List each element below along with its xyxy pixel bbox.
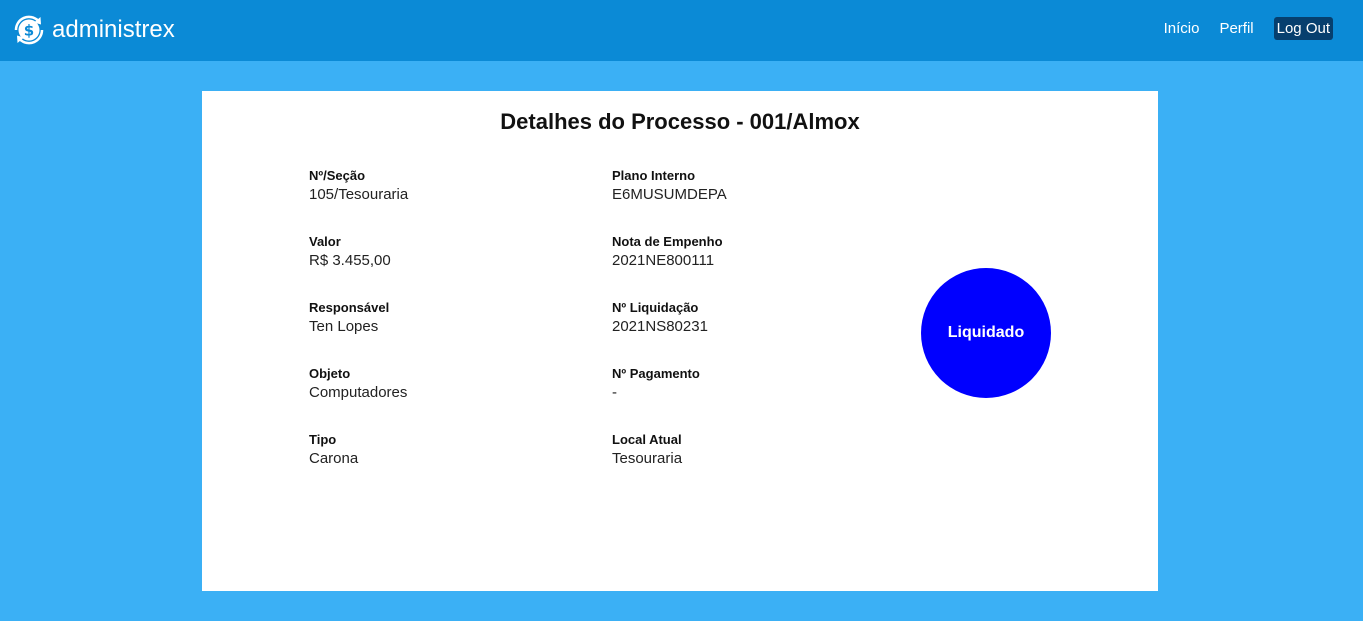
field-value: Tesouraria (612, 450, 683, 467)
status-label: Liquidado (947, 324, 1025, 341)
field-value: Carona (309, 450, 359, 467)
field-value: 2021NE800111 (612, 252, 715, 269)
field-label: Plano Interno (612, 168, 696, 183)
field-responsavel: Responsável Ten Lopes (309, 299, 569, 337)
field-label: Valor (309, 234, 341, 249)
field-label: Local Atual (612, 432, 682, 447)
top-navbar: $ administrex Início Perfil Log Out (0, 0, 1363, 61)
svg-text:$: $ (24, 22, 34, 40)
field-tipo: Tipo Carona (309, 431, 569, 469)
field-label: Nº Liquidação (612, 300, 699, 315)
field-label: Nº Pagamento (612, 366, 700, 381)
brand-name: administrex (52, 16, 175, 43)
field-label: Nota de Empenho (612, 234, 723, 249)
field-label: Objeto (309, 366, 351, 381)
field-secao: Nº/Seção 105/Tesouraria (309, 167, 569, 205)
nav-menu: Início Perfil Log Out (1144, 17, 1333, 40)
field-nota-empenho: Nota de Empenho 2021NE800111 (612, 233, 872, 271)
field-plano-interno: Plano Interno E6MUSUMDEPA (612, 167, 872, 205)
field-local-atual: Local Atual Tesouraria (612, 431, 872, 469)
dollar-refresh-icon: $ (14, 15, 44, 45)
field-label: Tipo (309, 432, 337, 447)
field-value: E6MUSUMDEPA (612, 186, 727, 203)
field-value: R$ 3.455,00 (309, 252, 391, 269)
field-liquidacao: Nº Liquidação 2021NS80231 (612, 299, 872, 337)
field-value: 2021NS80231 (612, 318, 708, 335)
field-valor: Valor R$ 3.455,00 (309, 233, 569, 271)
field-value: Ten Lopes (309, 318, 379, 335)
field-value: Computadores (309, 384, 408, 401)
nav-link-perfil[interactable]: Perfil (1219, 17, 1253, 40)
logout-button[interactable]: Log Out (1273, 17, 1333, 40)
field-label: Responsável (309, 300, 390, 315)
brand-link[interactable]: $ administrex (11, 11, 175, 49)
process-details-card: Detalhes do Processo - 001/Almox Nº/Seçã… (202, 91, 1158, 591)
field-pagamento: Nº Pagamento - (612, 365, 872, 403)
status-badge: Liquidado (921, 268, 1051, 398)
field-objeto: Objeto Computadores (309, 365, 569, 403)
page-title: Detalhes do Processo - 001/Almox (500, 109, 860, 134)
field-value: 105/Tesouraria (309, 186, 409, 203)
field-value: - (612, 384, 617, 401)
field-label: Nº/Seção (309, 168, 366, 183)
nav-link-inicio[interactable]: Início (1164, 17, 1200, 40)
